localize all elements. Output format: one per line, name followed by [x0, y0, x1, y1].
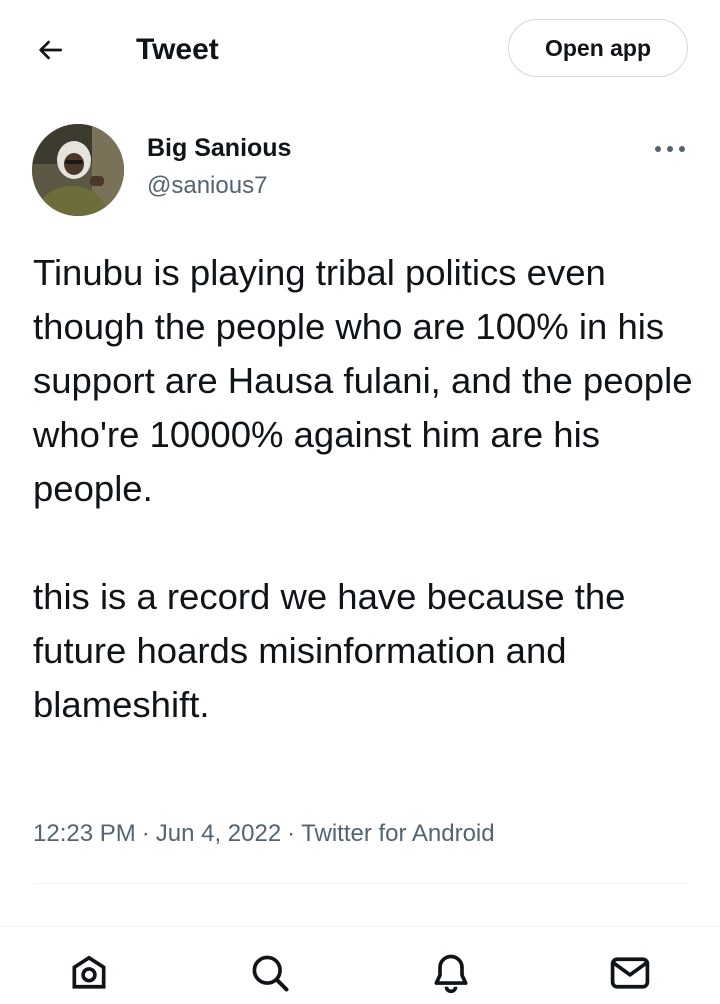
- search-icon: [252, 955, 289, 992]
- more-options-button[interactable]: [650, 136, 690, 162]
- messages-icon: [610, 957, 650, 989]
- display-name[interactable]: Big Sanious: [147, 132, 291, 164]
- meta-separator: ·: [141, 820, 150, 847]
- arrow-left-icon: [39, 40, 62, 60]
- tweet-author: Big Sanious @sanious7: [0, 118, 720, 228]
- tweet-paragraph: Tinubu is playing tribal politics even t…: [33, 252, 693, 509]
- nav-notifications[interactable]: [427, 949, 475, 997]
- divider: [33, 883, 688, 884]
- tweet-date[interactable]: Jun 4, 2022: [156, 820, 281, 847]
- tweet-source[interactable]: Twitter for Android: [301, 820, 494, 847]
- more-dots-icon: [655, 146, 685, 152]
- meta-separator: ·: [287, 820, 296, 847]
- tweet-paragraph: this is a record we have because the fut…: [33, 576, 626, 725]
- nav-messages[interactable]: [606, 949, 654, 997]
- tweet-text: Tinubu is playing tribal politics even t…: [33, 246, 693, 732]
- tweet-meta: 12:23 PM · Jun 4, 2022 · Twitter for Android: [33, 818, 495, 850]
- open-app-button[interactable]: Open app: [508, 19, 688, 77]
- back-button[interactable]: [30, 30, 70, 70]
- tweet-time[interactable]: 12:23 PM: [33, 820, 136, 847]
- notifications-icon: [434, 954, 468, 994]
- nav-home[interactable]: [65, 949, 113, 997]
- avatar[interactable]: [32, 124, 124, 216]
- page-title: Tweet: [136, 33, 219, 66]
- home-icon: [72, 955, 106, 989]
- top-bar: Tweet Open app: [0, 0, 720, 98]
- bottom-nav: [0, 926, 720, 1004]
- user-handle[interactable]: @sanious7: [147, 170, 267, 202]
- avatar-image: [32, 124, 124, 216]
- nav-search[interactable]: [246, 949, 294, 997]
